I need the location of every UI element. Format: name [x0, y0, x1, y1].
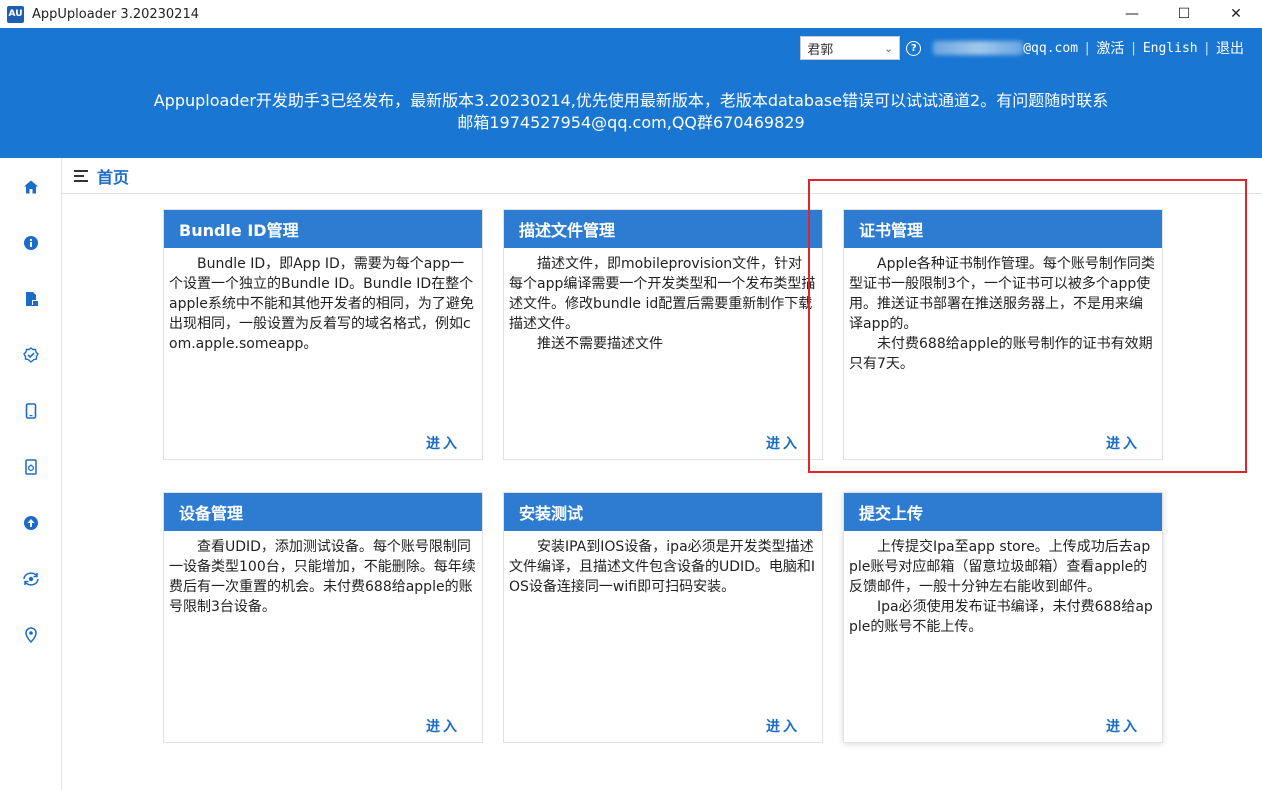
- email-redacted: [933, 41, 1024, 55]
- card-title: 证书管理: [844, 210, 1162, 248]
- card-description: 查看UDID，添加测试设备。每个账号限制同一设备类型100台，只能增加，不能删除…: [169, 539, 476, 615]
- announcement: Appuploader开发助手3已经发布，最新版本3.20230214,优先使用…: [0, 90, 1262, 134]
- badge-check-icon[interactable]: [21, 345, 41, 365]
- home-icon[interactable]: [21, 177, 41, 197]
- announcement-line-2: 邮箱1974527954@qq.com,QQ群670469829: [457, 113, 805, 132]
- app-logo-icon: AU: [7, 5, 24, 23]
- sync-eye-icon[interactable]: [21, 569, 41, 589]
- window-titlebar: AU AppUploader 3.20230214 — ☐ ✕: [0, 0, 1262, 28]
- minimize-button[interactable]: —: [1106, 0, 1158, 28]
- card-description: 安装IPA到IOS设备，ipa必须是开发类型描述文件编译，且描述文件包含设备的U…: [509, 539, 816, 595]
- divider: |: [1085, 40, 1090, 56]
- divider: |: [1131, 40, 1136, 56]
- enter-link[interactable]: 进入: [426, 716, 460, 736]
- card-title: 安装测试: [504, 493, 822, 531]
- info-icon[interactable]: [21, 233, 41, 253]
- card-description: 描述文件，即mobileprovision文件，针对每个app编译需要一个开发类…: [509, 256, 816, 352]
- upload-icon[interactable]: [21, 513, 41, 533]
- sidebar: [0, 158, 62, 790]
- card-title: 描述文件管理: [504, 210, 822, 248]
- location-icon[interactable]: [21, 625, 41, 645]
- help-icon[interactable]: ?: [906, 40, 922, 56]
- enter-link[interactable]: 进入: [766, 716, 800, 736]
- enter-link[interactable]: 进入: [1106, 433, 1140, 453]
- breadcrumb: 首页: [62, 158, 1262, 194]
- page-title: 首页: [97, 167, 130, 187]
- maximize-button[interactable]: ☐: [1158, 0, 1210, 28]
- close-button[interactable]: ✕: [1210, 0, 1262, 28]
- app-file-icon[interactable]: [21, 457, 41, 477]
- card-upload: 提交上传 上传提交Ipa至app store。上传成功后去apple账号对应邮箱…: [843, 492, 1163, 743]
- card-title: 提交上传: [844, 493, 1162, 531]
- phone-icon[interactable]: [21, 401, 41, 421]
- window-controls: — ☐ ✕: [1106, 0, 1262, 28]
- file-icon[interactable]: [21, 289, 41, 309]
- card-device: 设备管理 查看UDID，添加测试设备。每个账号限制同一设备类型100台，只能增加…: [163, 492, 483, 743]
- card-description: 上传提交Ipa至app store。上传成功后去apple账号对应邮箱（留意垃圾…: [849, 539, 1153, 635]
- account-email: @qq.com: [1023, 40, 1079, 56]
- header-banner: 君郭 ⌄ ? @qq.com | 激活 | English | 退出 Appup…: [0, 28, 1262, 158]
- card-description: Bundle ID，即App ID，需要为每个app一个设置一个独立的Bundl…: [169, 256, 474, 352]
- card-profile: 描述文件管理 描述文件，即mobileprovision文件，针对每个app编译…: [503, 209, 823, 460]
- card-bundle-id: Bundle ID管理 Bundle ID，即App ID，需要为每个app一个…: [163, 209, 483, 460]
- card-title: Bundle ID管理: [164, 210, 482, 248]
- account-select[interactable]: 君郭 ⌄: [800, 36, 901, 60]
- enter-link[interactable]: 进入: [766, 433, 800, 453]
- activate-link[interactable]: 激活: [1096, 38, 1124, 58]
- account-bar: 君郭 ⌄ ? @qq.com | 激活 | English | 退出: [800, 36, 1244, 60]
- english-link[interactable]: English: [1143, 41, 1198, 56]
- card-title: 设备管理: [164, 493, 482, 531]
- menu-toggle-icon[interactable]: [74, 169, 90, 183]
- card-install-test: 安装测试 安装IPA到IOS设备，ipa必须是开发类型描述文件编译，且描述文件包…: [503, 492, 823, 743]
- enter-link[interactable]: 进入: [1106, 716, 1140, 736]
- card-certificate: 证书管理 Apple各种证书制作管理。每个账号制作同类型证书一般限制3个，一个证…: [843, 209, 1163, 460]
- chevron-down-icon: ⌄: [884, 41, 894, 55]
- card-description: Apple各种证书制作管理。每个账号制作同类型证书一般限制3个，一个证书可以被多…: [849, 256, 1155, 372]
- announcement-line-1: Appuploader开发助手3已经发布，最新版本3.20230214,优先使用…: [153, 91, 1109, 110]
- divider: |: [1204, 40, 1209, 56]
- account-select-value: 君郭: [807, 42, 834, 58]
- window-title: AppUploader 3.20230214: [32, 6, 199, 22]
- logout-link[interactable]: 退出: [1216, 38, 1244, 58]
- enter-link[interactable]: 进入: [426, 433, 460, 453]
